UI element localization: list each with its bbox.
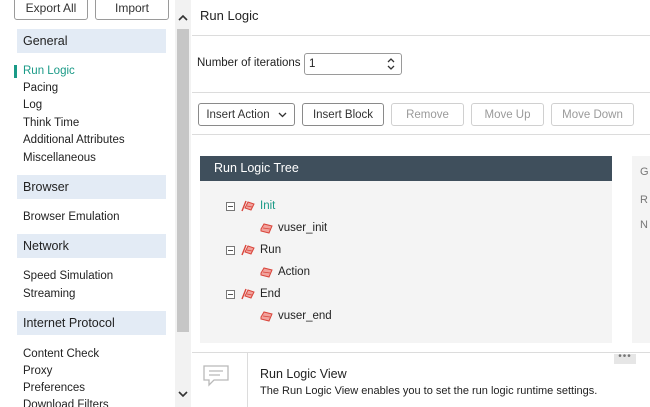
move-down-button[interactable]: Move Down bbox=[551, 103, 634, 126]
tree-node-label: End bbox=[260, 288, 281, 300]
tree-node-label: vuser_init bbox=[278, 222, 328, 234]
info-description: The Run Logic View enables you to set th… bbox=[260, 385, 598, 397]
group-network: Network bbox=[17, 234, 166, 258]
up-down-spinner-icon[interactable] bbox=[386, 57, 396, 71]
sidebar-item-preferences[interactable]: Preferences bbox=[23, 380, 85, 396]
properties-letter: G bbox=[640, 166, 649, 178]
insert-action-button[interactable]: Insert Action bbox=[198, 103, 295, 126]
tree-node-label: Action bbox=[278, 266, 310, 278]
sidebar-scrollbar[interactable] bbox=[175, 0, 191, 407]
remove-button[interactable]: Remove bbox=[391, 103, 464, 126]
sidebar-item-pacing[interactable]: Pacing bbox=[23, 80, 58, 96]
tree-node-end[interactable]: End bbox=[226, 286, 280, 302]
sidebar-item-log[interactable]: Log bbox=[23, 97, 42, 113]
info-panel: Run Logic View The Run Logic View enable… bbox=[192, 352, 650, 407]
info-title: Run Logic View bbox=[260, 367, 347, 381]
properties-letter: R bbox=[640, 194, 648, 206]
group-internet-protocol: Internet Protocol bbox=[17, 311, 166, 335]
chevron-up-icon[interactable] bbox=[175, 9, 191, 25]
sidebar-item-run-logic[interactable]: Run Logic bbox=[23, 63, 75, 79]
scroll-thumb[interactable] bbox=[177, 29, 189, 332]
import-button[interactable]: Import bbox=[95, 0, 169, 20]
export-all-button[interactable]: Export All bbox=[14, 0, 88, 20]
iterations-label: Number of iterations bbox=[197, 57, 301, 69]
iterations-input[interactable]: 1 bbox=[304, 53, 402, 75]
chevron-down-icon bbox=[278, 112, 287, 117]
sidebar-item-proxy[interactable]: Proxy bbox=[23, 363, 52, 379]
tree-node-label: Run bbox=[260, 244, 282, 256]
title-divider bbox=[192, 35, 650, 36]
properties-panel-edge: G R N bbox=[632, 156, 650, 343]
sidebar-item-additional-attributes[interactable]: Additional Attributes bbox=[23, 132, 125, 148]
chevron-down-icon[interactable] bbox=[175, 386, 191, 402]
tree-node-vuser-end[interactable]: vuser_end bbox=[260, 308, 332, 324]
tree-node-vuser-init[interactable]: vuser_init bbox=[260, 220, 327, 236]
tree-header: Run Logic Tree bbox=[200, 156, 612, 181]
tree-node-init[interactable]: Init bbox=[226, 198, 275, 214]
toolbar-divider bbox=[192, 92, 650, 93]
action-icon bbox=[260, 310, 273, 322]
info-separator bbox=[247, 353, 248, 407]
insert-block-button[interactable]: Insert Block bbox=[302, 103, 384, 126]
sidebar-item-streaming[interactable]: Streaming bbox=[23, 286, 75, 302]
block-group-icon bbox=[241, 200, 255, 212]
sidebar-item-browser-emulation[interactable]: Browser Emulation bbox=[23, 209, 120, 225]
collapse-icon[interactable] bbox=[226, 289, 235, 299]
tree-node-label: Init bbox=[260, 200, 276, 212]
tree-node-label: vuser_end bbox=[278, 310, 332, 322]
speech-bubble-icon bbox=[203, 365, 229, 387]
more-options-icon[interactable]: ••• bbox=[614, 352, 636, 364]
block-group-icon bbox=[241, 244, 255, 256]
main-panel: Run Logic Number of iterations 1 Insert … bbox=[192, 0, 650, 407]
sidebar-item-think-time[interactable]: Think Time bbox=[23, 115, 79, 131]
sidebar-item-content-check[interactable]: Content Check bbox=[23, 346, 99, 362]
sidebar-item-download-filters[interactable]: Download Filters bbox=[23, 397, 109, 407]
content-divider bbox=[192, 134, 650, 135]
tree-node-action[interactable]: Action bbox=[260, 264, 310, 280]
settings-sidebar: Export All Import General Run Logic Paci… bbox=[0, 0, 175, 407]
page-title: Run Logic bbox=[200, 8, 259, 23]
properties-letter: N bbox=[640, 219, 648, 231]
action-icon bbox=[260, 266, 273, 278]
sidebar-item-miscellaneous[interactable]: Miscellaneous bbox=[23, 150, 96, 166]
move-up-button[interactable]: Move Up bbox=[471, 103, 544, 126]
tree-node-run[interactable]: Run bbox=[226, 242, 281, 258]
collapse-icon[interactable] bbox=[226, 201, 235, 211]
active-indicator bbox=[14, 65, 17, 78]
run-logic-tree: Run Logic Tree Init vuser_init Run Actio… bbox=[200, 156, 612, 343]
group-browser: Browser bbox=[17, 175, 166, 199]
action-icon bbox=[260, 222, 273, 234]
insert-action-label: Insert Action bbox=[206, 108, 270, 121]
iterations-value: 1 bbox=[309, 58, 316, 70]
collapse-icon[interactable] bbox=[226, 245, 235, 255]
block-group-icon bbox=[241, 288, 255, 300]
group-general: General bbox=[17, 29, 166, 53]
sidebar-item-speed-simulation[interactable]: Speed Simulation bbox=[23, 268, 113, 284]
